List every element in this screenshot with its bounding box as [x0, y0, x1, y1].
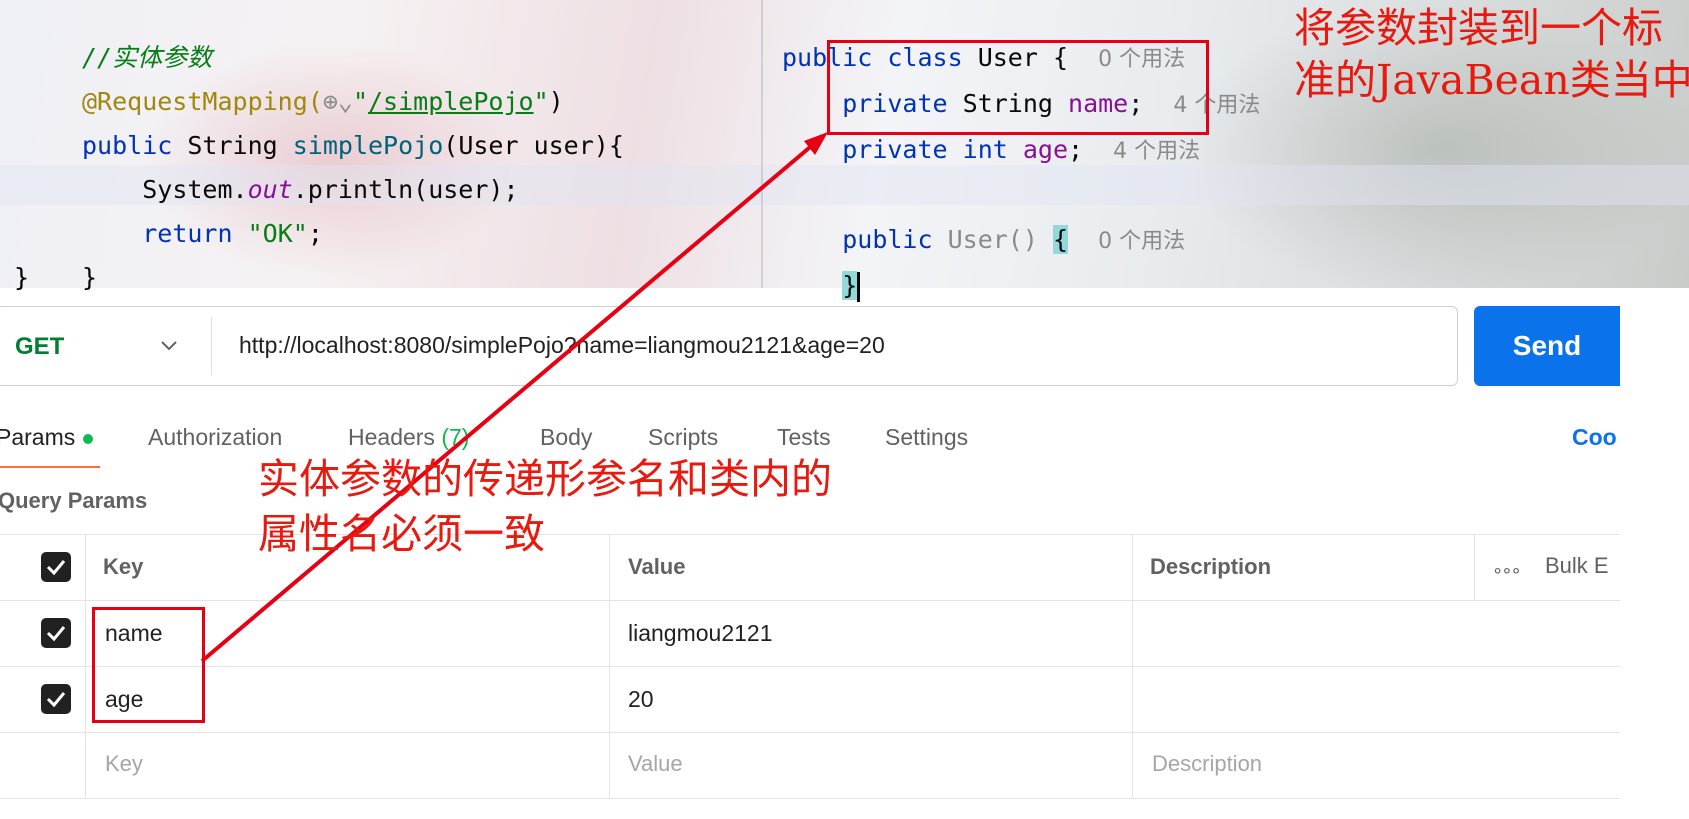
annotation-text: 将参数封装到一个标: [1294, 4, 1663, 52]
annotation-note-middle: 实体参数的传递形参名和类内的 属性名必须一致: [258, 452, 832, 562]
annotation-arrow: [200, 132, 828, 663]
annotation-text: 实体参数的传递形参名和类内的: [258, 455, 832, 503]
annotation-note-top: 将参数封装到一个标 准的JavaBean类当中: [1294, 2, 1689, 106]
screenshot-root: //实体参数 @RequestMapping(⊕⌄"/simplePojo") …: [0, 0, 1689, 819]
annotation-text: 准的JavaBean类当中: [1294, 56, 1689, 104]
annotation-text: 属性名必须一致: [258, 510, 545, 558]
